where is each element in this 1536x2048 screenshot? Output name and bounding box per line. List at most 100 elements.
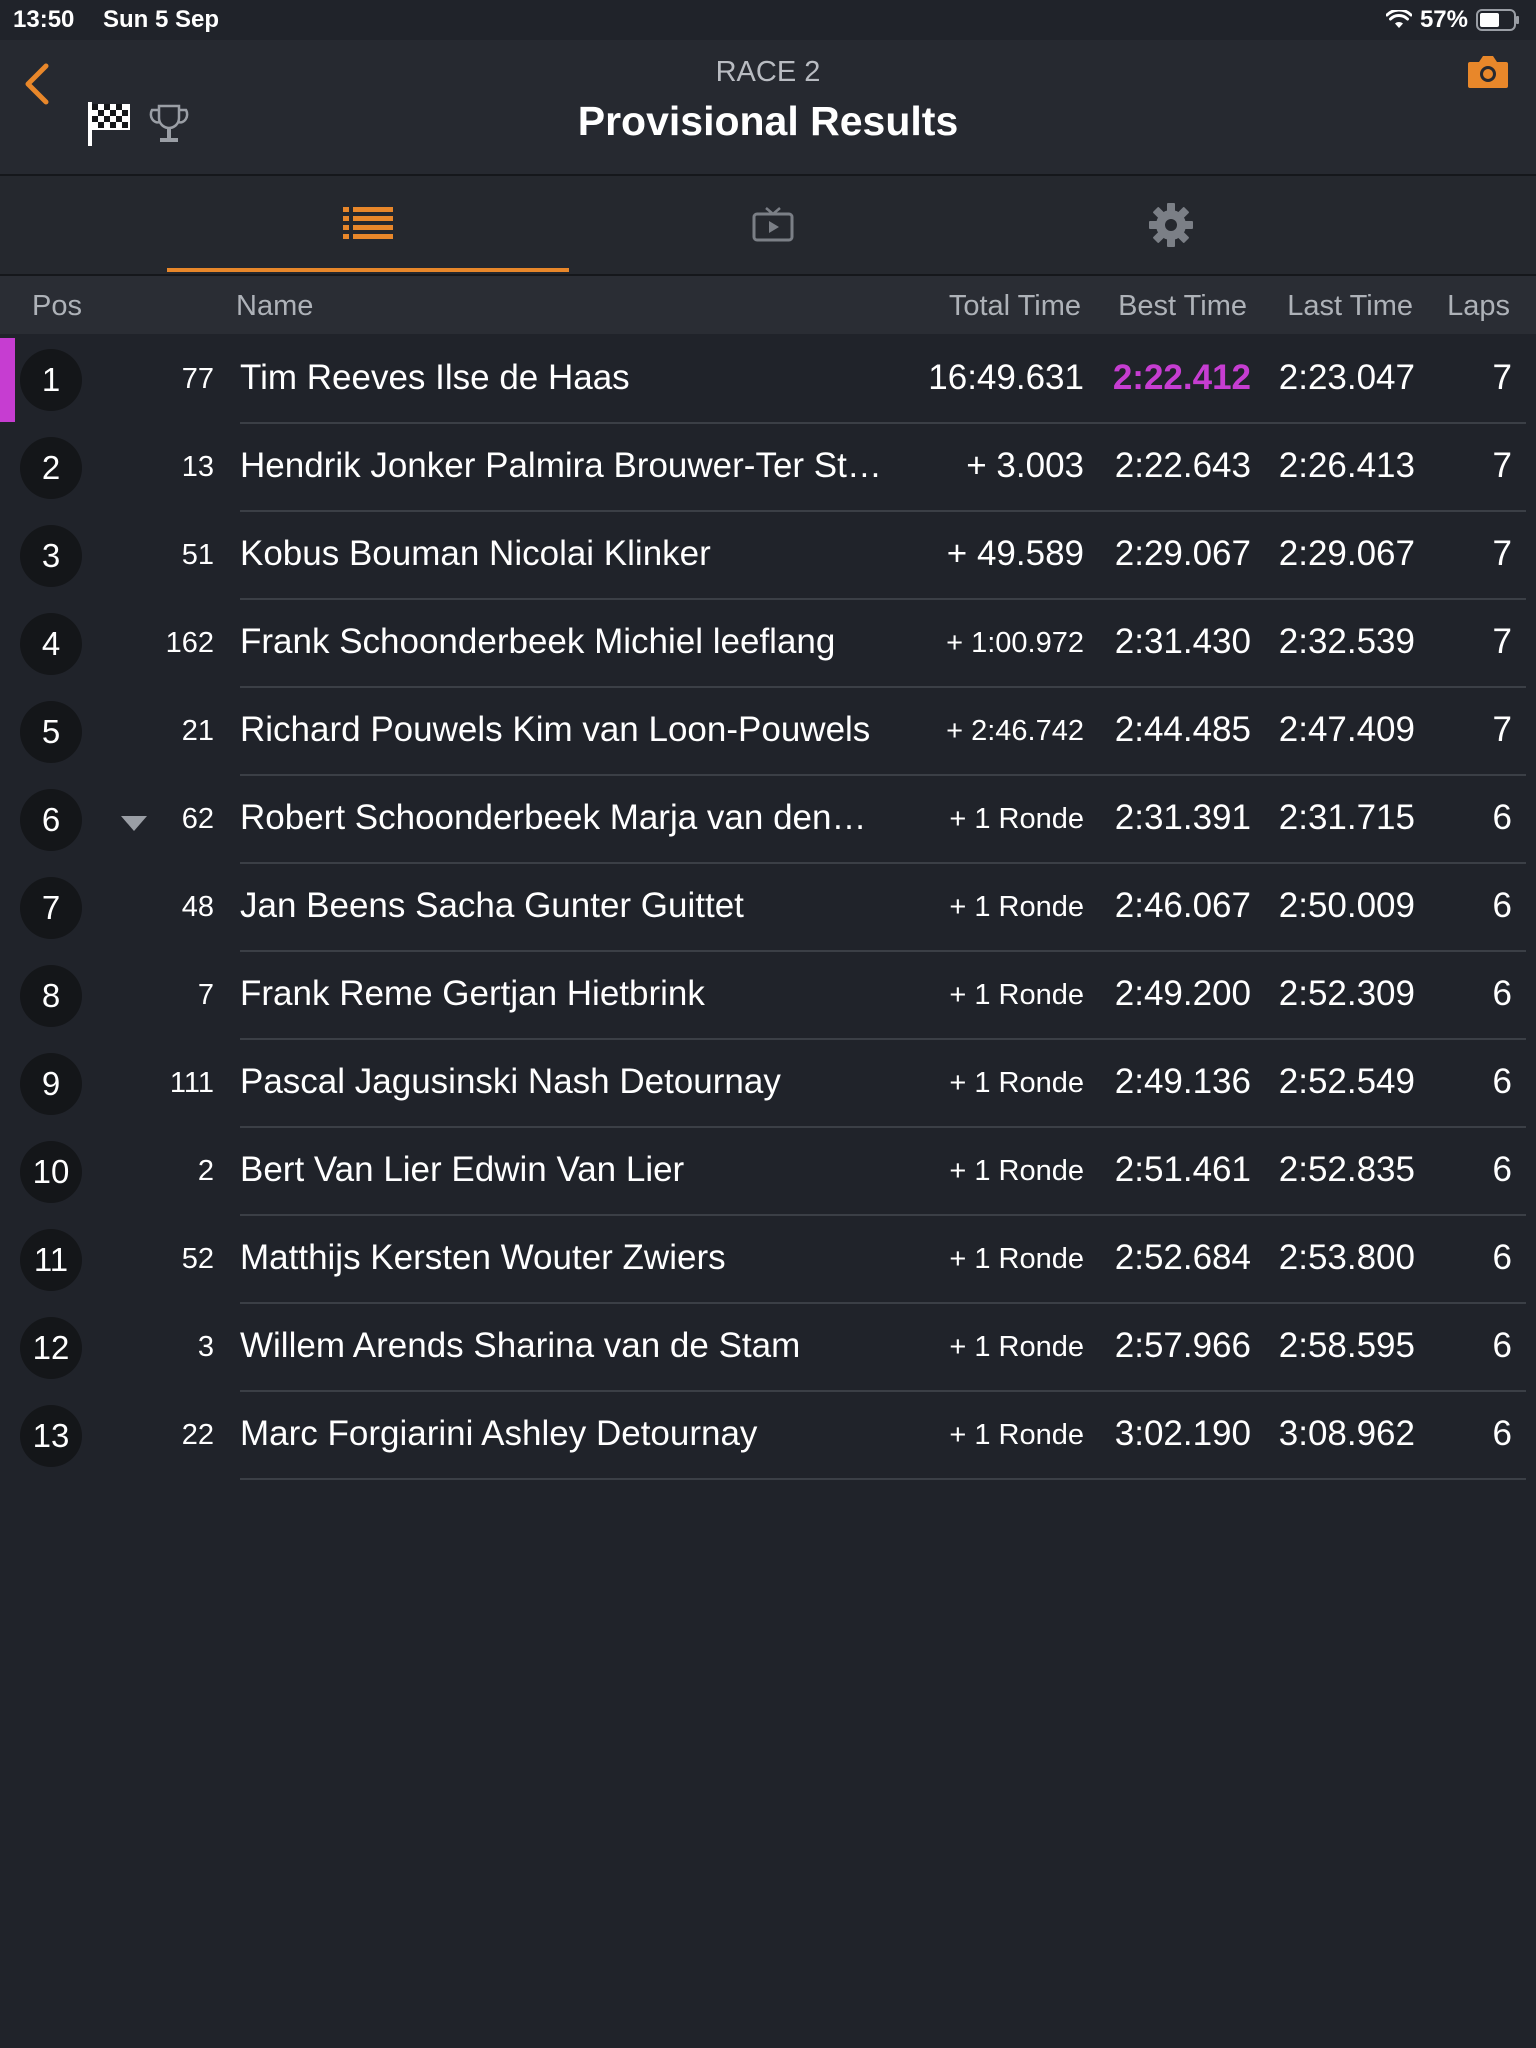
total-time: + 1:00.972 — [946, 627, 1084, 659]
car-number: 51 — [181, 539, 214, 571]
status-right: 57% — [1385, 6, 1520, 34]
table-row[interactable]: 4 162 Frank Schoonderbeek Michiel leefla… — [0, 600, 1536, 688]
table-row[interactable]: 13 22 Marc Forgiarini Ashley Detournay +… — [0, 1392, 1536, 1480]
car-number: 22 — [181, 1419, 214, 1451]
driver-names: Richard Pouwels Kim van Loon-Pouwels — [240, 710, 871, 749]
table-row[interactable]: 5 21 Richard Pouwels Kim van Loon-Pouwel… — [0, 688, 1536, 776]
col-total-time[interactable]: Total Time — [949, 290, 1081, 323]
results-list: 1 77 Tim Reeves Ilse de Haas 16:49.631 2… — [0, 336, 1536, 1480]
best-time: 2:29.067 — [1114, 534, 1251, 573]
total-time: + 1 Ronde — [949, 1419, 1084, 1451]
total-time: + 1 Ronde — [949, 1243, 1084, 1275]
table-row[interactable]: 2 13 Hendrik Jonker Palmira Brouwer-Ter … — [0, 424, 1536, 512]
table-row[interactable]: 8 7 Frank Reme Gertjan Hietbrink + 1 Ron… — [0, 952, 1536, 1040]
position-badge: 6 — [20, 789, 82, 851]
laps: 6 — [1492, 1414, 1512, 1453]
best-time: 2:49.200 — [1114, 974, 1251, 1013]
last-time: 2:52.309 — [1278, 974, 1415, 1013]
car-number: 21 — [181, 715, 214, 747]
last-time: 2:47.409 — [1278, 710, 1415, 749]
tab-settings[interactable] — [970, 176, 1372, 274]
driver-names: Kobus Bouman Nicolai Klinker — [240, 534, 711, 573]
table-row[interactable]: 7 48 Jan Beens Sacha Gunter Guittet + 1 … — [0, 864, 1536, 952]
tab-results-list[interactable] — [167, 176, 569, 272]
race-subtitle: RACE 2 — [715, 56, 821, 88]
laps: 6 — [1492, 886, 1512, 925]
car-number: 13 — [181, 451, 214, 483]
best-time: 2:57.966 — [1114, 1326, 1251, 1365]
total-time: + 1 Ronde — [949, 891, 1084, 923]
last-time: 2:52.549 — [1278, 1062, 1415, 1101]
col-name[interactable]: Name — [236, 290, 313, 323]
car-number: 3 — [197, 1331, 214, 1363]
column-headers: Pos Name Total Time Best Time Last Time … — [0, 276, 1536, 334]
last-time: 2:53.800 — [1278, 1238, 1415, 1277]
car-number: 77 — [181, 363, 214, 395]
table-row[interactable]: 9 111 Pascal Jagusinski Nash Detournay +… — [0, 1040, 1536, 1128]
total-time: 16:49.631 — [928, 358, 1084, 397]
status-time: 13:50 — [13, 6, 75, 33]
total-time: + 3.003 — [966, 446, 1084, 485]
best-time: 2:31.391 — [1114, 798, 1251, 837]
best-time: 2:31.430 — [1114, 622, 1251, 661]
driver-names: Pascal Jagusinski Nash Detournay — [240, 1062, 781, 1101]
col-last-time[interactable]: Last Time — [1287, 290, 1413, 323]
last-time: 2:52.835 — [1278, 1150, 1415, 1189]
laps: 6 — [1492, 1150, 1512, 1189]
total-time: + 1 Ronde — [949, 1331, 1084, 1363]
last-time: 2:32.539 — [1278, 622, 1415, 661]
col-pos[interactable]: Pos — [32, 290, 82, 323]
col-laps[interactable]: Laps — [1447, 290, 1510, 323]
status-date: Sun 5 Sep — [103, 6, 220, 33]
position-down-icon — [121, 816, 147, 831]
position-badge: 4 — [20, 613, 82, 675]
page-title: Provisional Results — [577, 98, 959, 144]
car-number: 62 — [181, 803, 214, 835]
table-row[interactable]: 12 3 Willem Arends Sharina van de Stam +… — [0, 1304, 1536, 1392]
car-number: 48 — [181, 891, 214, 923]
laps: 6 — [1492, 798, 1512, 837]
laps: 6 — [1492, 1326, 1512, 1365]
car-number: 7 — [197, 979, 214, 1011]
gear-icon — [1149, 203, 1193, 247]
table-row[interactable]: 10 2 Bert Van Lier Edwin Van Lier + 1 Ro… — [0, 1128, 1536, 1216]
total-time: + 2:46.742 — [946, 715, 1084, 747]
best-time: 2:22.643 — [1114, 446, 1251, 485]
position-badge: 8 — [20, 965, 82, 1027]
list-icon — [343, 207, 393, 239]
position-badge: 13 — [20, 1405, 82, 1467]
status-bar: 13:50 Sun 5 Sep 57% — [0, 0, 1536, 40]
camera-icon[interactable] — [1466, 52, 1510, 92]
col-best-time[interactable]: Best Time — [1118, 290, 1247, 323]
position-badge: 5 — [20, 701, 82, 763]
position-badge: 3 — [20, 525, 82, 587]
car-number: 162 — [165, 627, 214, 659]
best-time: 2:46.067 — [1114, 886, 1251, 925]
position-badge: 10 — [20, 1141, 82, 1203]
position-badge: 7 — [20, 877, 82, 939]
driver-names: Robert Schoonderbeek Marja van den… — [240, 798, 867, 837]
best-time: 2:22.412 — [1112, 358, 1251, 397]
laps: 7 — [1492, 710, 1512, 749]
driver-names: Marc Forgiarini Ashley Detournay — [240, 1414, 758, 1453]
table-row[interactable]: 11 52 Matthijs Kersten Wouter Zwiers + 1… — [0, 1216, 1536, 1304]
last-time: 2:31.715 — [1278, 798, 1415, 837]
table-row[interactable]: 1 77 Tim Reeves Ilse de Haas 16:49.631 2… — [0, 336, 1536, 424]
laps: 6 — [1492, 974, 1512, 1013]
laps: 6 — [1492, 1062, 1512, 1101]
table-row[interactable]: 6 62 Robert Schoonderbeek Marja van den…… — [0, 776, 1536, 864]
best-time: 3:02.190 — [1114, 1414, 1251, 1453]
tab-video[interactable] — [572, 176, 974, 274]
wifi-icon — [1385, 10, 1412, 28]
car-number: 111 — [169, 1067, 214, 1099]
total-time: + 1 Ronde — [949, 803, 1084, 835]
laps: 7 — [1492, 534, 1512, 573]
driver-names: Hendrik Jonker Palmira Brouwer-Ter St… — [240, 446, 882, 485]
car-number: 2 — [197, 1155, 214, 1187]
total-time: + 49.589 — [946, 534, 1084, 573]
tv-icon — [752, 207, 794, 242]
tab-bar — [0, 176, 1536, 276]
table-row[interactable]: 3 51 Kobus Bouman Nicolai Klinker + 49.5… — [0, 512, 1536, 600]
driver-names: Bert Van Lier Edwin Van Lier — [240, 1150, 685, 1189]
driver-names: Matthijs Kersten Wouter Zwiers — [240, 1238, 726, 1277]
